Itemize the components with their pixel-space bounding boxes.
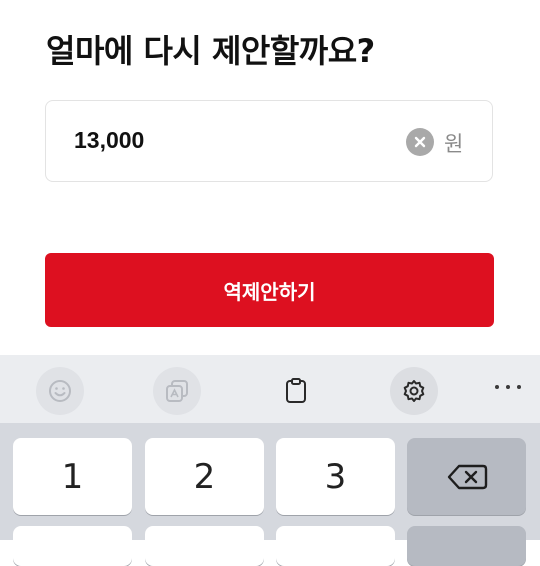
keyboard-toolbar bbox=[0, 355, 540, 423]
counter-offer-button[interactable]: 역제안하기 bbox=[45, 253, 494, 327]
backspace-icon bbox=[447, 464, 487, 489]
price-input[interactable]: 13,000 원 bbox=[45, 100, 493, 182]
key-fn-partial[interactable] bbox=[407, 526, 526, 566]
key-1[interactable]: 1 bbox=[13, 438, 132, 515]
price-value[interactable]: 13,000 bbox=[74, 127, 144, 154]
backspace-key[interactable] bbox=[407, 438, 526, 515]
keyboard: 1 2 3 bbox=[0, 355, 540, 566]
page-title: 얼마에 다시 제안할까요? bbox=[46, 32, 375, 70]
more-dots-icon[interactable] bbox=[495, 381, 521, 393]
clear-icon[interactable] bbox=[406, 128, 434, 156]
key-3[interactable]: 3 bbox=[276, 438, 395, 515]
key-4-partial[interactable] bbox=[13, 526, 132, 566]
key-5-partial[interactable] bbox=[145, 526, 264, 566]
settings-gear-icon[interactable] bbox=[390, 367, 438, 415]
clipboard-icon[interactable] bbox=[272, 367, 320, 415]
emoji-icon[interactable] bbox=[36, 367, 84, 415]
key-2[interactable]: 2 bbox=[145, 438, 264, 515]
key-6-partial[interactable] bbox=[276, 526, 395, 566]
image-edit-icon[interactable] bbox=[153, 367, 201, 415]
currency-unit: 원 bbox=[444, 132, 464, 156]
